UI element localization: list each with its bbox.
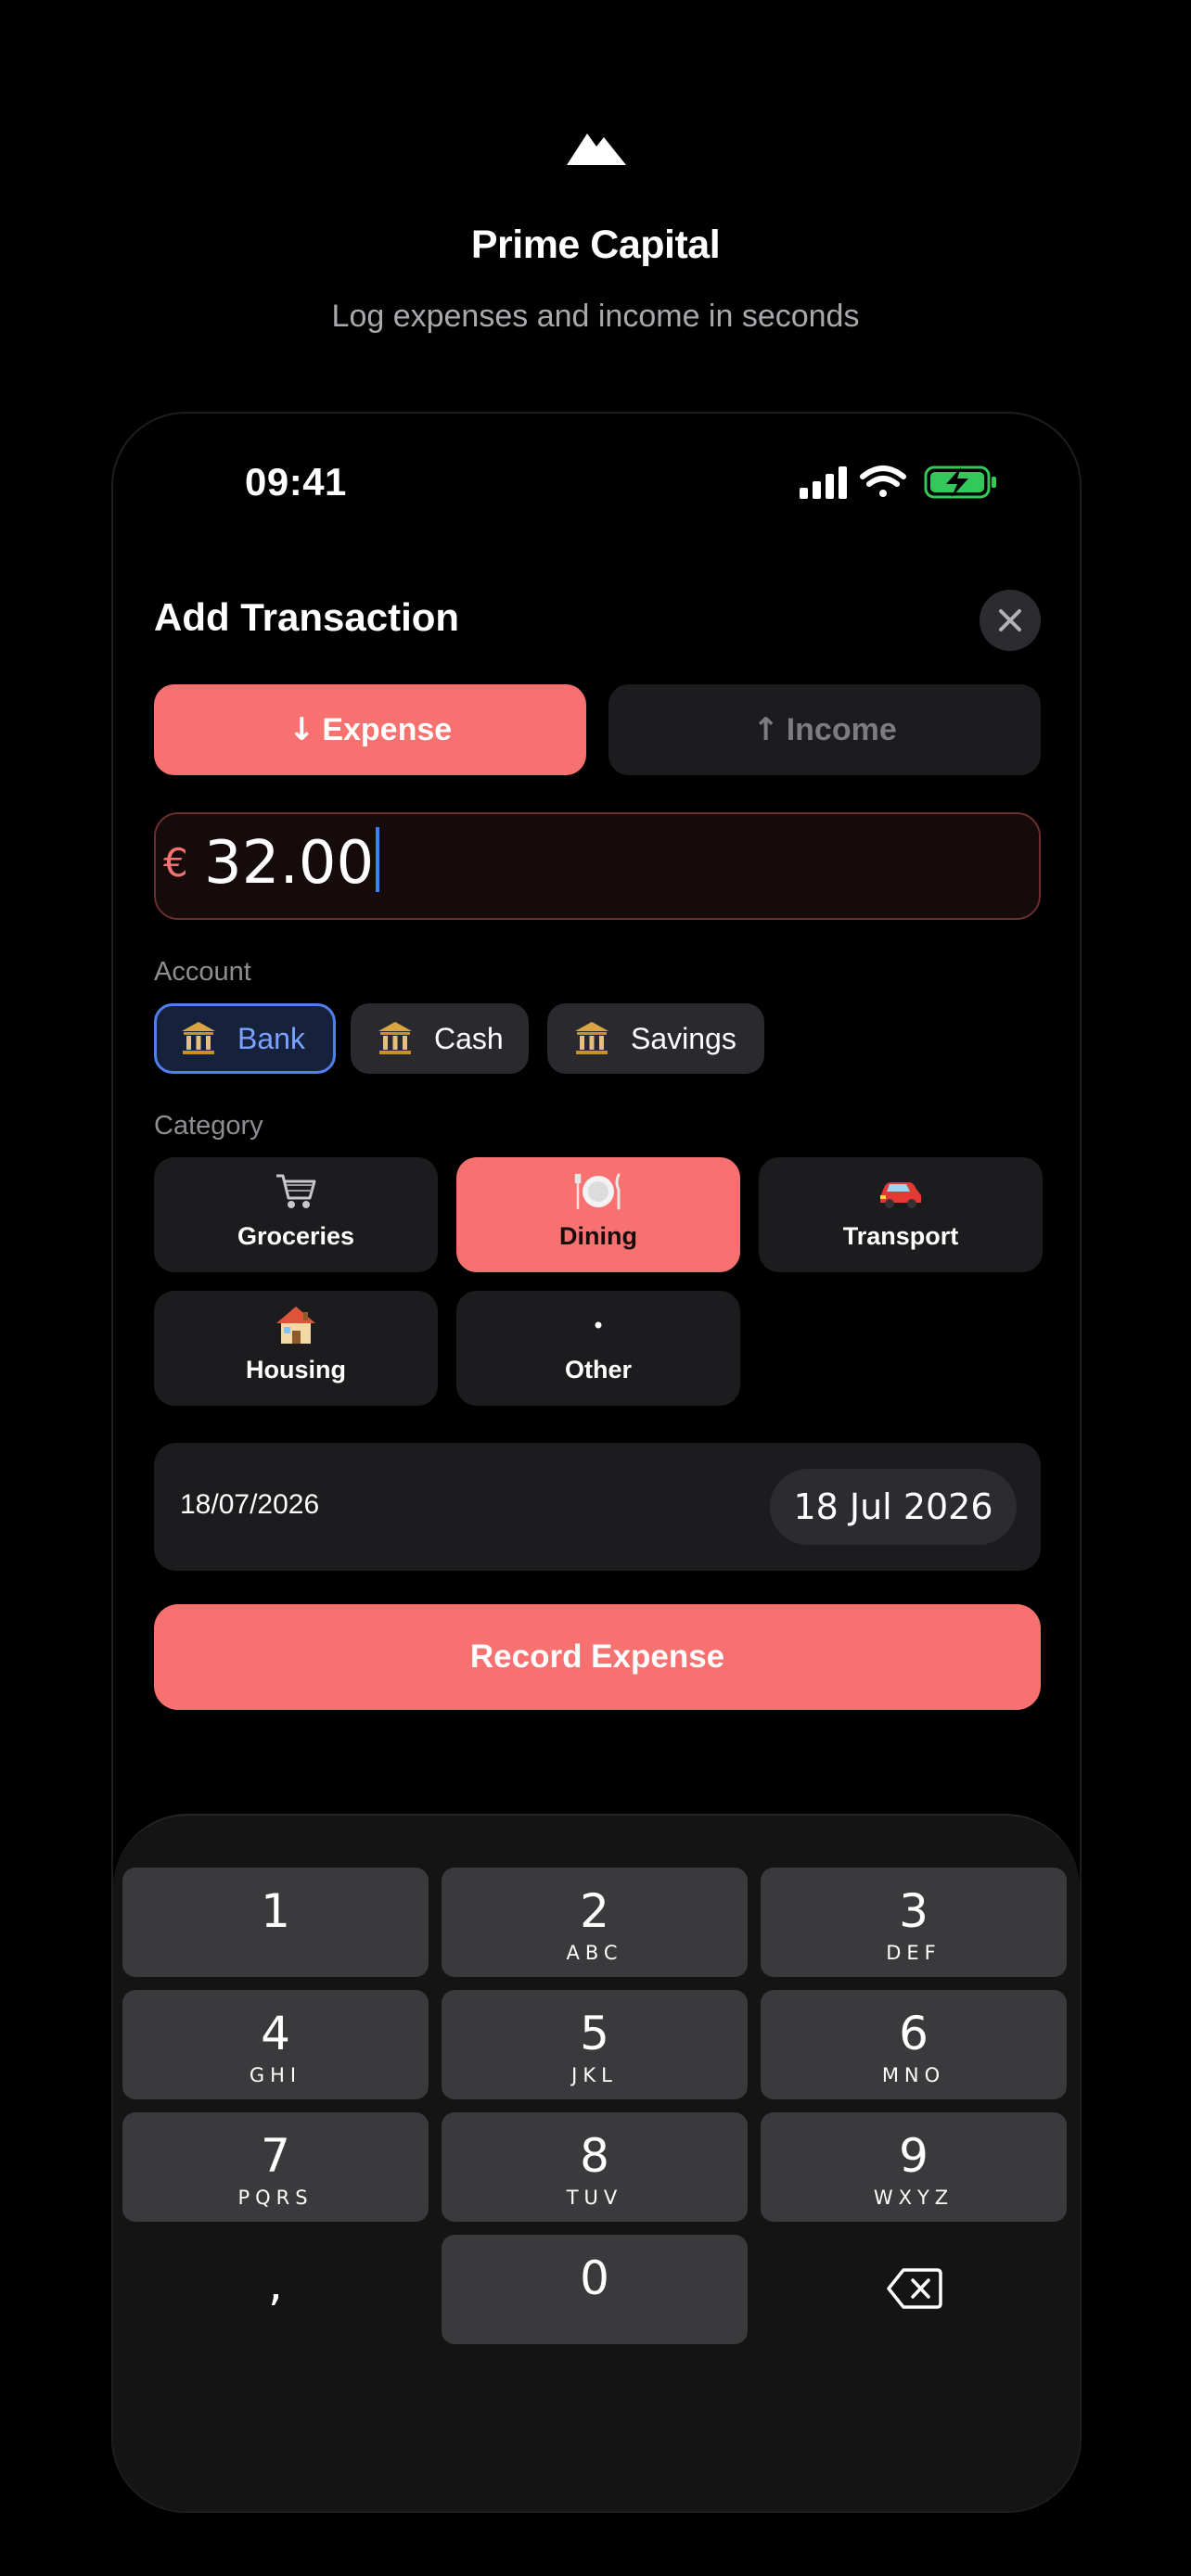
status-bar: 09:41 [113, 414, 1080, 562]
key-digit: , [268, 2257, 283, 2311]
category-tile-housing[interactable]: Housing [154, 1291, 438, 1406]
keypad-key-4[interactable]: 4 GHI [122, 1990, 429, 2099]
account-chip-bank[interactable]: Bank [154, 1003, 336, 1074]
keypad-key-2[interactable]: 2 ABC [442, 1868, 748, 1977]
key-digit: 8 [580, 2129, 609, 2183]
numeric-keypad: 1 2 ABC 3 DEF 4 GHI 5 JKL 6 MNO 7 PQRS 8… [113, 1814, 1080, 2511]
record-expense-button[interactable]: Record Expense [154, 1604, 1041, 1710]
bank-icon [575, 1022, 608, 1054]
key-letters: ABC [566, 1942, 623, 1964]
expense-toggle-button[interactable]: ↓ Expense [154, 684, 586, 775]
key-letters: GHI [249, 2064, 302, 2086]
income-toggle-button[interactable]: ↑ Income [608, 684, 1041, 775]
battery-charging-icon [924, 465, 996, 499]
category-tile-groceries[interactable]: Groceries [154, 1157, 438, 1272]
brand-tagline: Log expenses and income in seconds [331, 299, 860, 334]
category-tile-label: Dining [559, 1222, 637, 1250]
key-digit: 1 [261, 1884, 290, 1938]
shopping-cart-icon [276, 1174, 316, 1208]
keypad-key-6[interactable]: 6 MNO [761, 1990, 1067, 2099]
category-tile-dining[interactable]: Dining [456, 1157, 740, 1272]
arrow-up-icon: ↑ [752, 711, 779, 748]
transaction-type-toggle: ↓ Expense ↑ Income [154, 684, 1041, 775]
category-label: Category [154, 1111, 263, 1141]
key-letters: WXYZ [873, 2187, 954, 2209]
key-letters: MNO [881, 2064, 946, 2086]
key-digit: 9 [899, 2129, 928, 2183]
category-tile-transport[interactable]: Transport [759, 1157, 1043, 1272]
bank-icon [378, 1022, 412, 1054]
key-digit: 4 [261, 2007, 290, 2060]
amount-text: 32.00 [204, 829, 375, 898]
car-icon [880, 1182, 921, 1208]
plate-cutlery-icon [574, 1173, 621, 1210]
amount-input[interactable]: € 32.00 [154, 812, 1041, 920]
chip-label: Savings [631, 1021, 736, 1055]
chip-label: Cash [434, 1021, 504, 1055]
key-letters: PQRS [237, 2187, 314, 2209]
cellular-signal-icon [800, 466, 847, 499]
key-letters: JKL [571, 2064, 618, 2086]
keypad-key-comma[interactable]: , [122, 2235, 429, 2344]
keypad-key-7[interactable]: 7 PQRS [122, 2112, 429, 2222]
account-label: Account [154, 957, 251, 987]
key-digit: 6 [899, 2007, 928, 2060]
key-digit: 3 [899, 1884, 928, 1938]
close-button[interactable] [980, 590, 1041, 651]
dot-icon [595, 1321, 602, 1329]
text-caret [376, 827, 380, 892]
keypad-key-9[interactable]: 9 WXYZ [761, 2112, 1067, 2222]
bank-icon [182, 1022, 215, 1054]
key-letters: DEF [886, 1942, 941, 1964]
account-chip-savings[interactable]: Savings [547, 1003, 764, 1074]
category-tile-label: Housing [246, 1356, 346, 1384]
income-label: Income [786, 711, 897, 747]
key-digit: 7 [261, 2129, 290, 2183]
keypad-key-1[interactable]: 1 [122, 1868, 429, 1977]
phone-frame: 09:41 Add Transaction ↓ Expense ↑ Income… [111, 412, 1082, 2513]
currency-symbol: € [163, 840, 188, 886]
status-time: 09:41 [245, 460, 347, 504]
keypad-key-5[interactable]: 5 JKL [442, 1990, 748, 2099]
category-tile-label: Groceries [237, 1222, 355, 1250]
key-letters: TUV [566, 2187, 623, 2209]
arrow-down-icon: ↓ [288, 711, 315, 748]
wifi-icon [860, 465, 906, 497]
keypad-key-3[interactable]: 3 DEF [761, 1868, 1067, 1977]
category-tile-other[interactable]: Other [456, 1291, 740, 1406]
date-picker-button[interactable]: 18 Jul 2026 [770, 1469, 1017, 1545]
brand-title: Prime Capital [470, 223, 721, 267]
keypad-key-backspace[interactable] [761, 2235, 1067, 2344]
keypad-key-8[interactable]: 8 TUV [442, 2112, 748, 2222]
key-digit: 2 [580, 1884, 609, 1938]
date-value: 18/07/2026 [180, 1489, 320, 1520]
close-icon [999, 609, 1021, 631]
house-icon [276, 1307, 315, 1344]
amount-value: 32.00 [204, 827, 380, 898]
category-tile-label: Transport [842, 1222, 959, 1250]
date-picker-row[interactable]: 18/07/2026 18 Jul 2026 [154, 1443, 1041, 1571]
account-chip-cash[interactable]: Cash [351, 1003, 529, 1074]
category-tile-label: Other [564, 1356, 632, 1384]
status-icons [800, 465, 996, 499]
keypad-key-0[interactable]: 0 [442, 2235, 748, 2344]
chip-label: Bank [237, 1021, 305, 1055]
key-digit: 5 [580, 2007, 609, 2060]
mountain-logo-icon [567, 134, 626, 165]
expense-label: Expense [322, 711, 453, 747]
backspace-icon [887, 2268, 942, 2309]
key-digit: 0 [580, 2251, 609, 2305]
sheet-title: Add Transaction [154, 595, 460, 639]
